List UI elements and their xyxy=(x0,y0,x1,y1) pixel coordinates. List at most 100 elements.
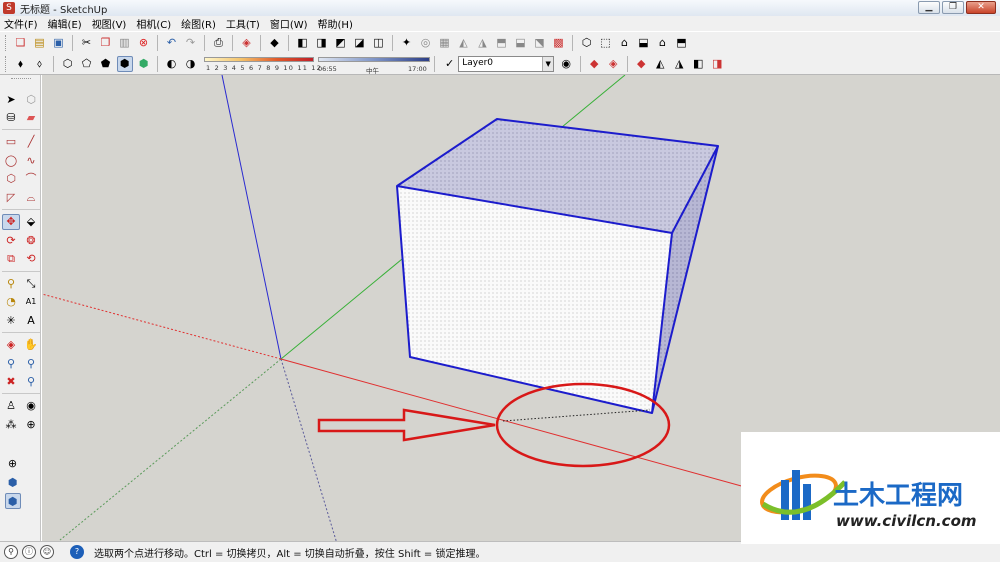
axes-icon[interactable]: ✳ xyxy=(2,312,20,328)
zoom-extents-icon[interactable]: ✖ xyxy=(2,374,20,390)
credits-icon[interactable]: ⓘ xyxy=(22,545,36,559)
orbit-icon[interactable]: ◈ xyxy=(2,337,20,353)
material-2-icon[interactable]: ◨ xyxy=(709,56,725,72)
minimize-button[interactable]: ▁ xyxy=(918,1,940,14)
copy-icon[interactable]: ❐ xyxy=(98,35,114,51)
wireframe-style-icon[interactable]: ⬡ xyxy=(60,56,76,72)
toolbar-grip[interactable] xyxy=(11,78,31,81)
two-point-arc-icon[interactable]: ⌓ xyxy=(22,190,40,206)
close-button[interactable]: ✕ xyxy=(966,1,996,14)
redo-icon[interactable]: ↷ xyxy=(183,35,199,51)
smoove-icon[interactable]: ◭ xyxy=(456,35,472,51)
camera-icon[interactable]: ◧ xyxy=(295,35,311,51)
add-detail-icon[interactable]: ⬓ xyxy=(513,35,529,51)
menu-edit[interactable]: 编辑(E) xyxy=(48,16,82,31)
paint-bucket-icon[interactable]: ⛁ xyxy=(2,110,20,126)
menu-tools[interactable]: 工具(T) xyxy=(226,16,260,31)
push-pull-icon[interactable]: ◭ xyxy=(652,56,668,72)
materials-icon[interactable]: ◧ xyxy=(690,56,706,72)
stamp-icon[interactable]: ◮ xyxy=(475,35,491,51)
chevron-down-icon[interactable]: ▼ xyxy=(542,56,554,71)
polygon-icon[interactable]: ⬡ xyxy=(2,171,20,187)
menu-window[interactable]: 窗口(W) xyxy=(270,16,308,31)
rotate-icon[interactable]: ⟳ xyxy=(2,232,20,248)
paste-icon[interactable]: ▥ xyxy=(117,35,133,51)
hidden-line-style-icon[interactable]: ⬠ xyxy=(79,56,95,72)
layer-check-icon[interactable]: ✓ xyxy=(445,57,454,70)
menu-file[interactable]: 文件(F) xyxy=(4,16,38,31)
circle-icon[interactable]: ◯ xyxy=(2,152,20,168)
position-camera-icon[interactable]: ♙ xyxy=(2,398,20,414)
textured-style-icon[interactable]: ⬢ xyxy=(116,55,133,72)
drape-icon[interactable]: ⬒ xyxy=(494,35,510,51)
orbit-3d-icon[interactable]: ⬢ xyxy=(5,474,21,490)
left-view-icon[interactable]: ⬒ xyxy=(674,35,690,51)
tape-measure-icon[interactable]: ⚲ xyxy=(2,275,20,291)
section-cut-icon[interactable]: ◫ xyxy=(371,35,387,51)
shadow-toggle-icon[interactable]: ◑ xyxy=(183,56,199,72)
flip-edge-icon[interactable]: ⬔ xyxy=(532,35,548,51)
follow-me-icon[interactable]: ◈ xyxy=(605,56,621,72)
xray-style-icon[interactable]: ⬧ xyxy=(13,56,29,72)
shadow-time-bar[interactable] xyxy=(318,56,430,62)
shadow-time-slider[interactable]: 06:55 中午 17:00 xyxy=(318,55,430,75)
component-2-icon[interactable]: ⬢ xyxy=(4,493,21,509)
toolbar-grip[interactable] xyxy=(5,34,8,51)
shaded-style-icon[interactable]: ⬟ xyxy=(98,56,114,72)
menu-draw[interactable]: 绘图(R) xyxy=(181,16,216,31)
fog-icon[interactable]: ◎ xyxy=(418,35,434,51)
toolbar-grip[interactable] xyxy=(5,55,8,72)
outliner-icon[interactable]: ◮ xyxy=(671,56,687,72)
move-icon[interactable]: ✥ xyxy=(2,213,20,230)
pie-icon[interactable]: ◸ xyxy=(2,190,20,206)
text-icon[interactable]: A1 xyxy=(22,294,40,310)
layer-manager-icon[interactable]: ◉ xyxy=(558,56,574,72)
zoom-icon[interactable]: ⚲ xyxy=(2,355,20,371)
offset-icon[interactable]: ⟲ xyxy=(22,251,40,267)
iso-view-icon[interactable]: ⬡ xyxy=(579,35,595,51)
cut-icon[interactable]: ✂ xyxy=(79,35,95,51)
menu-help[interactable]: 帮助(H) xyxy=(318,16,353,31)
freehand-icon[interactable]: ∿ xyxy=(22,152,40,168)
shadow-date-slider[interactable]: 1 2 3 4 5 6 7 8 9 10 11 12 xyxy=(204,55,321,73)
layer-dropdown[interactable]: Layer0 ▼ xyxy=(458,55,555,72)
film-icon[interactable]: ▩ xyxy=(551,35,567,51)
back-edges-style-icon[interactable]: ⬨ xyxy=(32,56,48,72)
back-edges-icon[interactable]: ◩ xyxy=(333,35,349,51)
undo-icon[interactable]: ↶ xyxy=(164,35,180,51)
monochrome-style-icon[interactable]: ⬢ xyxy=(136,56,152,72)
component-icon[interactable]: ◆ xyxy=(267,35,283,51)
front-view-icon[interactable]: ⌂ xyxy=(617,35,633,51)
geo-location-icon[interactable]: ⚲ xyxy=(4,545,18,559)
follow-me-icon[interactable]: ❂ xyxy=(22,232,40,248)
shadow-date-bar[interactable] xyxy=(204,56,314,62)
save-icon[interactable]: ▣ xyxy=(51,35,67,51)
make-component-icon[interactable]: ⬡ xyxy=(22,91,40,107)
3d-text-icon[interactable]: A xyxy=(22,312,40,328)
shadows-icon[interactable]: ✦ xyxy=(399,35,415,51)
x-ray-icon[interactable]: ◨ xyxy=(314,35,330,51)
eraser-icon[interactable]: ▰ xyxy=(22,110,40,126)
model-info-icon[interactable]: ◈ xyxy=(239,35,255,51)
look-around-icon[interactable]: ◉ xyxy=(22,398,40,414)
shadow-settings-icon[interactable]: ◐ xyxy=(164,56,180,72)
dimension-icon[interactable]: ⤡ xyxy=(22,275,40,291)
print-icon[interactable]: ⎙ xyxy=(211,35,227,51)
nav-compass-icon[interactable]: ⊕ xyxy=(5,455,21,471)
new-file-icon[interactable]: ❑ xyxy=(13,35,29,51)
rectangle-icon[interactable]: ▭ xyxy=(2,134,20,150)
menu-view[interactable]: 视图(V) xyxy=(92,16,127,31)
walk-icon[interactable]: ⁂ xyxy=(2,416,20,432)
offset-icon[interactable]: ◆ xyxy=(633,56,649,72)
user-icon[interactable]: ☺ xyxy=(40,545,54,559)
top-view-icon[interactable]: ⬚ xyxy=(598,35,614,51)
zoom-window-icon[interactable]: ⚲ xyxy=(22,355,40,371)
maximize-button[interactable]: ❐ xyxy=(942,1,964,14)
right-view-icon[interactable]: ⬓ xyxy=(636,35,652,51)
pan-icon[interactable]: ✋ xyxy=(22,337,40,353)
previous-view-icon[interactable]: ⚲ xyxy=(22,374,40,390)
select-icon[interactable]: ➤ xyxy=(2,91,20,107)
protractor-icon[interactable]: ◔ xyxy=(2,294,20,310)
push-pull-icon[interactable]: ⬙ xyxy=(22,214,40,230)
section-icon[interactable]: ◪ xyxy=(352,35,368,51)
